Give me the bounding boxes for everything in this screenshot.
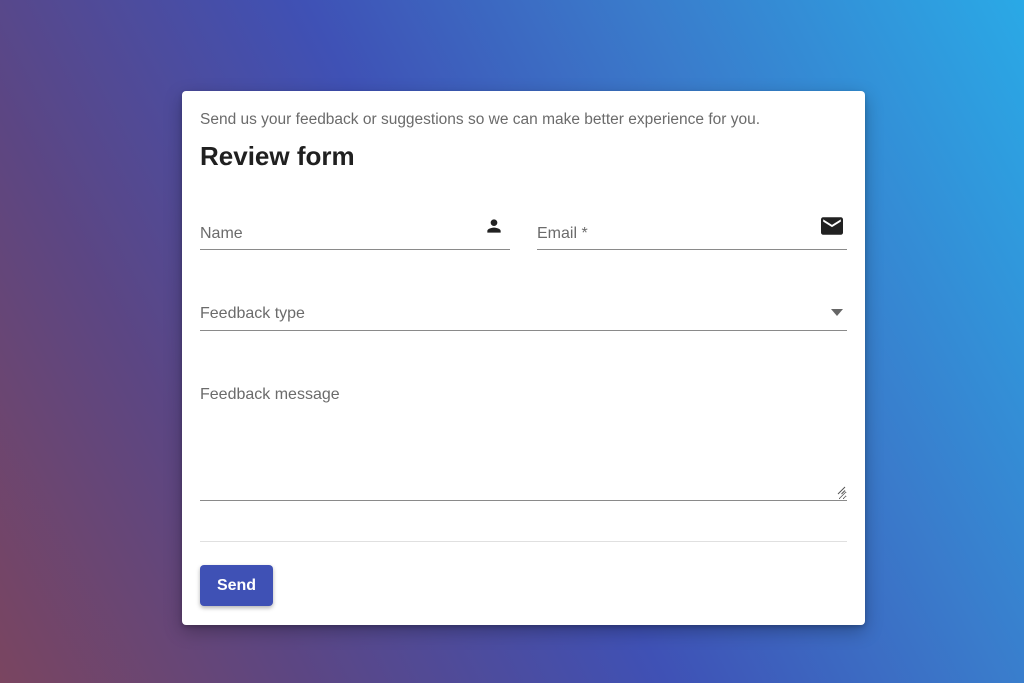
- feedback-message-textarea[interactable]: [200, 371, 847, 500]
- mail-icon: [821, 217, 843, 235]
- name-field[interactable]: Name: [200, 211, 510, 250]
- feedback-message-field[interactable]: Feedback message: [200, 371, 847, 501]
- review-form-card: Send us your feedback or suggestions so …: [182, 91, 865, 625]
- email-field[interactable]: Email *: [537, 211, 847, 250]
- form-title: Review form: [200, 141, 355, 171]
- person-icon: [487, 219, 501, 233]
- caret-down-icon[interactable]: [831, 309, 843, 316]
- resize-handle-icon[interactable]: [837, 486, 846, 495]
- name-input[interactable]: [200, 211, 510, 249]
- feedback-type-select[interactable]: Feedback type: [200, 291, 847, 331]
- email-input[interactable]: [537, 211, 847, 249]
- send-button[interactable]: Send: [200, 565, 273, 606]
- feedback-type-label: Feedback type: [200, 305, 305, 322]
- divider: [200, 541, 847, 542]
- form-subtitle: Send us your feedback or suggestions so …: [200, 111, 761, 128]
